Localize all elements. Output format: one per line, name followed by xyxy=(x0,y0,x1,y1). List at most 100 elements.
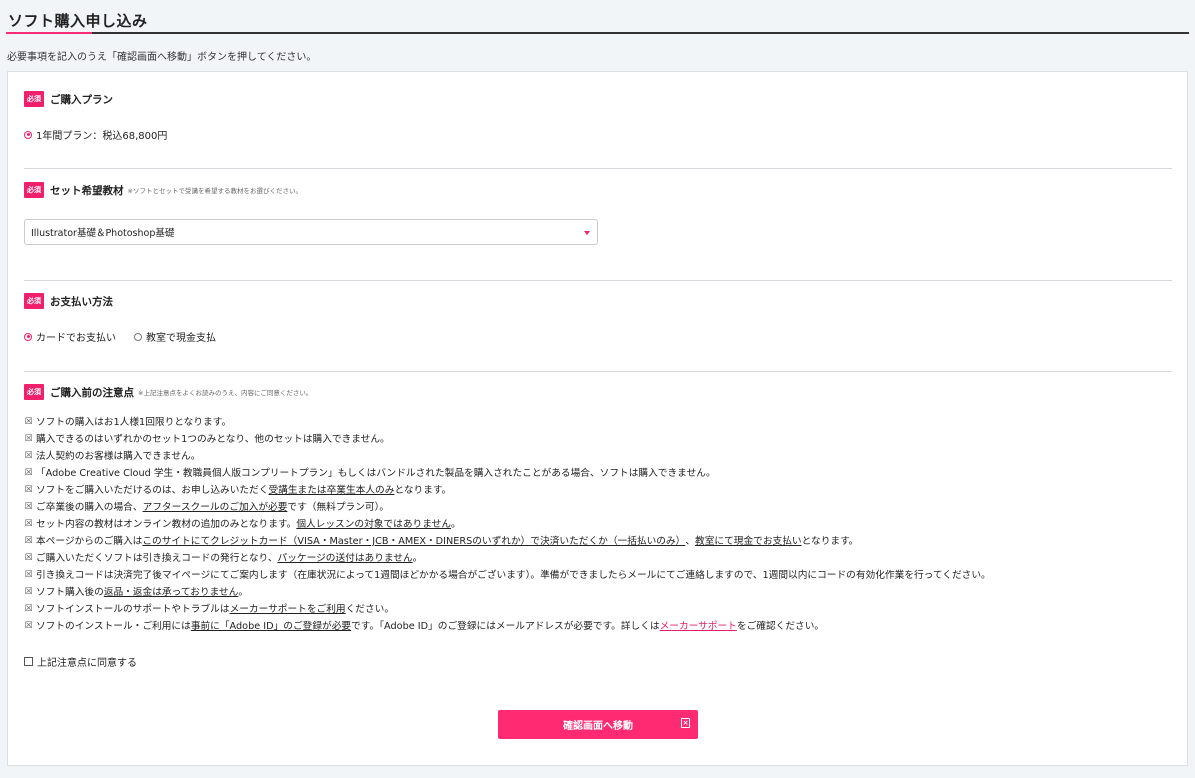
payment-option-cash[interactable]: 教室で現金支払 xyxy=(134,329,216,344)
notice-item: ☒ ソフトをご購入いただけるのは、お申し込みいただく 受講生または卒業生本人のみ とな… xyxy=(24,482,1172,499)
notice-emphasis-text: 返品・返金は承っておりません xyxy=(103,587,239,598)
checkbox-mark-icon: ☒ xyxy=(24,502,33,512)
notice-text: となります。 xyxy=(394,485,452,496)
agree-label: 上記注意点に同意する xyxy=(37,658,137,669)
notice-list: ☒ ソフトの購入はお1人様1回限りとなります。 ☒ 購入できるのはいずれかのセット1つ… xyxy=(24,414,1172,635)
section-divider xyxy=(24,371,1172,372)
notice-text: です。「Adobe ID」のご登録にはメールアドレスが必要です。詳しくは xyxy=(351,621,660,632)
notice-text: ソフト購入後の xyxy=(36,587,104,598)
notice-text: 法人契約のお客様は購入できません。 xyxy=(36,451,201,462)
notice-item: ☒ 法人契約のお客様は購入できません。 xyxy=(24,448,1172,465)
checkbox-mark-icon: ☒ xyxy=(24,621,33,631)
notice-item: ☒ セット内容の教材はオンライン教材の追加のみとなります。 個人レッスンの対象ではあ… xyxy=(24,516,1172,533)
notice-item: ☒ 引き換えコードは決済完了後マイページにてご案内します（在庫状況によって1週間ほ… xyxy=(24,567,1172,584)
notice-emphasis-text: アフタースクールのご加入が必要 xyxy=(142,502,288,513)
title-accent-line xyxy=(6,32,92,34)
notice-text: をご確認ください。 xyxy=(736,621,825,632)
material-heading: 必須 セット希望教材 ※ソフトとセットで受講を希望する教材をお選びください。 xyxy=(24,182,302,198)
checkbox-mark-icon: ☒ xyxy=(24,451,33,461)
plan-title: ご購入プラン xyxy=(50,93,113,106)
confirm-button-label: 確認画面へ移動 xyxy=(563,721,633,732)
notice-text: ソフトの購入はお1人様1回限りとなります。 xyxy=(36,417,232,428)
required-badge: 必須 xyxy=(24,91,44,107)
payment-heading: 必須 お支払い方法 xyxy=(24,293,113,309)
required-badge: 必須 xyxy=(24,384,44,400)
notice-text: セット内容の教材はオンライン教材の追加のみとなります。 xyxy=(36,519,297,530)
notice-emphasis-text: 事前に「Adobe ID」のご登録が必要 xyxy=(190,621,352,632)
plan-option-1year[interactable]: 1年間プラン：税込68,800円 xyxy=(24,127,167,142)
page-header: ソフト購入申し込み xyxy=(6,6,1189,34)
page-title: ソフト購入申し込み xyxy=(8,12,148,30)
notice-text: ソフトをご購入いただけるのは、お申し込みいただく xyxy=(36,485,269,496)
radio-unselected-icon[interactable] xyxy=(134,332,142,341)
maker-support-link[interactable]: メーカーサポート xyxy=(660,618,737,635)
notice-emphasis-text: 受講生または卒業生本人のみ xyxy=(268,485,395,496)
payment-option-label: 教室で現金支払 xyxy=(146,333,216,344)
checkbox-mark-icon: ☒ xyxy=(24,468,33,478)
checkbox-mark-icon: ☒ xyxy=(24,570,33,580)
notice-heading: 必須 ご購入前の注意点 ※上記注意点をよくお読みのうえ、内容にご同意ください。 xyxy=(24,384,312,400)
section-divider xyxy=(24,168,1172,169)
notice-text: です（無料プラン可）。 xyxy=(287,502,390,513)
chevron-down-icon xyxy=(584,231,590,235)
notice-text: 購入できるのはいずれかのセット1つのみとなり、他のセットは購入できません。 xyxy=(36,434,390,445)
payment-options: カードでお支払い 教室で現金支払 xyxy=(24,329,230,344)
external-window-icon: × xyxy=(681,718,690,728)
notice-item: ☒ ソフトの購入はお1人様1回限りとなります。 xyxy=(24,414,1172,431)
checkbox-mark-icon: ☒ xyxy=(24,587,33,597)
radio-selected-icon[interactable] xyxy=(24,130,32,139)
checkbox-mark-icon: ☒ xyxy=(24,519,33,529)
confirm-button[interactable]: 確認画面へ移動 × xyxy=(498,710,698,739)
notice-item: ☒ 購入できるのはいずれかのセット1つのみとなり、他のセットは購入できません。 xyxy=(24,431,1172,448)
material-select[interactable]: Illustrator基礎＆Photoshop基礎 xyxy=(24,219,598,245)
notice-text: ください。 xyxy=(345,604,395,615)
notice-text: 引き換えコードは決済完了後マイページにてご案内します（在庫状況によって1週間ほど… xyxy=(36,570,991,581)
title-underline xyxy=(6,32,1189,34)
notice-emphasis-text: メーカーサポートをご利用 xyxy=(229,604,346,615)
material-title: セット希望教材 xyxy=(50,184,124,197)
plan-options: 1年間プラン：税込68,800円 xyxy=(24,127,181,142)
notice-emphasis-text: このサイトにてクレジットカード（VISA・Master・JCB・AMEX・DIN… xyxy=(142,536,686,547)
notice-title: ご購入前の注意点 xyxy=(50,386,134,399)
notice-emphasis-text: 教室にて現金でお支払い xyxy=(695,536,802,547)
checkbox-mark-icon: ☒ xyxy=(24,604,33,614)
agree-checkbox[interactable] xyxy=(24,657,33,666)
plan-option-label: 1年間プラン：税込68,800円 xyxy=(36,131,168,142)
section-divider xyxy=(24,280,1172,281)
notice-text: ソフトインストールのサポートやトラブルは xyxy=(36,604,230,615)
notice-text: 本ページからのご購入は xyxy=(36,536,143,547)
notice-text: ソフトのインストール・ご利用には xyxy=(36,621,191,632)
checkbox-mark-icon: ☒ xyxy=(24,536,33,546)
notice-text: 、 xyxy=(685,536,696,547)
notice-text: となります。 xyxy=(801,536,859,547)
material-select-value: Illustrator基礎＆Photoshop基礎 xyxy=(31,228,175,239)
radio-selected-icon[interactable] xyxy=(24,332,32,341)
checkbox-mark-icon: ☒ xyxy=(24,434,33,444)
notice-text: 。 xyxy=(412,553,423,564)
notice-item: ☒ 「Adobe Creative Cloud 学生・教職員個人版コンプリートプラ… xyxy=(24,465,1172,482)
required-badge: 必須 xyxy=(24,293,44,309)
notice-text: 。 xyxy=(238,587,249,598)
checkbox-mark-icon: ☒ xyxy=(24,417,33,427)
checkbox-mark-icon: ☒ xyxy=(24,553,33,563)
plan-heading: 必須 ご購入プラン xyxy=(24,91,113,107)
notice-text: ご卒業後の購入の場合、 xyxy=(36,502,143,513)
notice-emphasis-text: パッケージの送付はありません xyxy=(277,553,413,564)
intro-text: 必要事項を記入のうえ「確認画面へ移動」ボタンを押してください。 xyxy=(7,52,317,63)
notice-note: ※上記注意点をよくお読みのうえ、内容にご同意ください。 xyxy=(138,389,313,397)
notice-item: ☒ ソフトインストールのサポートやトラブルは メーカーサポートをご利用 ください。 xyxy=(24,601,1172,618)
notice-item: ☒ ソフトのインストール・ご利用には 事前に「Adobe ID」のご登録が必要 です。… xyxy=(24,618,1172,635)
payment-option-label: カードでお支払い xyxy=(36,333,116,344)
notice-item: ☒ 本ページからのご購入は このサイトにてクレジットカード（VISA・Master・… xyxy=(24,533,1172,550)
notice-item: ☒ ご卒業後の購入の場合、 アフタースクールのご加入が必要 です（無料プラン可）。 xyxy=(24,499,1172,516)
payment-option-card[interactable]: カードでお支払い xyxy=(24,329,116,344)
material-note: ※ソフトとセットで受講を希望する教材をお選びください。 xyxy=(127,187,302,195)
notice-text: 。 xyxy=(451,519,461,530)
purchase-page: ソフト購入申し込み 必要事項を記入のうえ「確認画面へ移動」ボタンを押してください… xyxy=(0,0,1195,778)
notice-emphasis-text: 個人レッスンの対象ではありません xyxy=(296,519,452,530)
notice-item: ☒ ご購入いただくソフトは引き換えコードの発行となり、 パッケージの送付はありません… xyxy=(24,550,1172,567)
notice-text: 「Adobe Creative Cloud 学生・教職員個人版コンプリートプラン… xyxy=(36,468,716,479)
required-badge: 必須 xyxy=(24,182,44,198)
notice-item: ☒ ソフト購入後の 返品・返金は承っておりません。 xyxy=(24,584,1172,601)
agree-checkbox-row[interactable]: 上記注意点に同意する xyxy=(24,654,137,669)
